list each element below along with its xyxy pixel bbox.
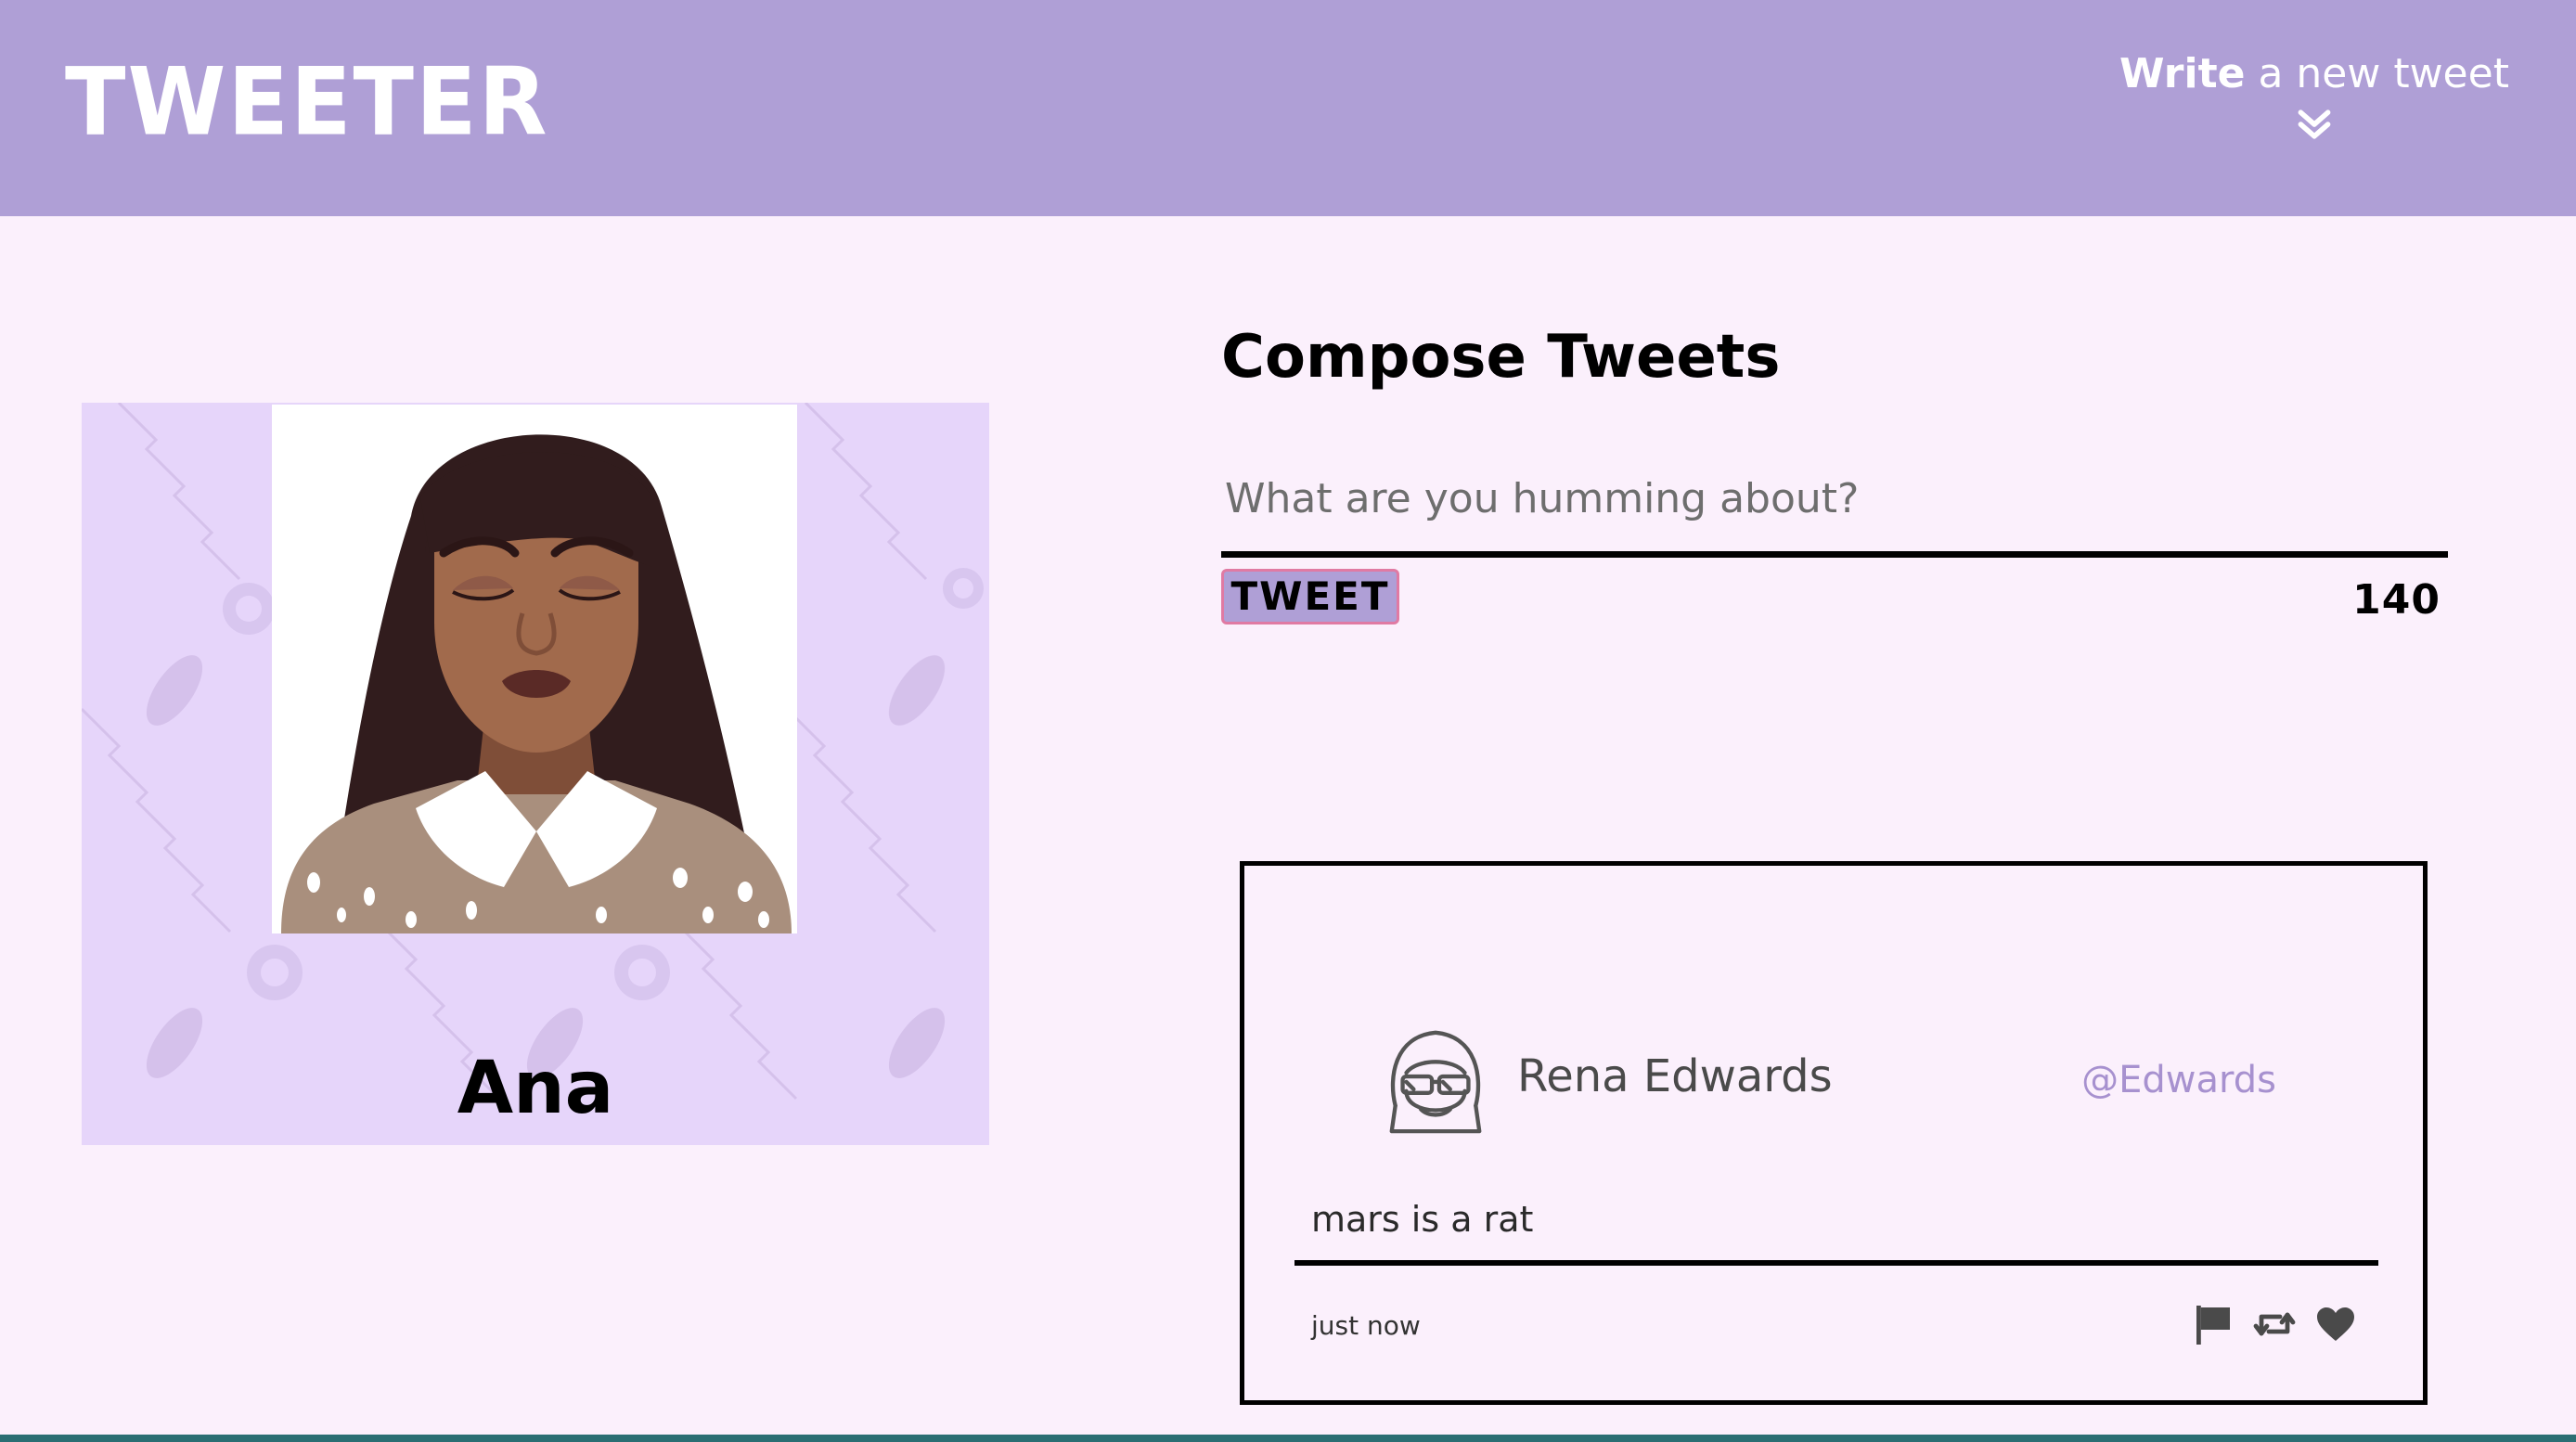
window-bottom-edge — [0, 1435, 2576, 1442]
tweet-author-handle[interactable]: @Edwards — [2081, 1062, 2276, 1099]
write-new-tweet-label[interactable]: Write a new tweet — [2119, 51, 2509, 97]
tweet-actions — [2191, 1302, 2358, 1346]
tweet-text-input[interactable] — [1221, 457, 2448, 541]
tweet-timestamp: just now — [1311, 1310, 1421, 1341]
tweet-body: mars is a rat — [1311, 1199, 1534, 1240]
character-counter: 140 — [2352, 576, 2441, 624]
heart-icon[interactable] — [2313, 1302, 2358, 1346]
woman-portrait-illustration — [272, 405, 797, 933]
top-nav: TWEETER Write a new tweet — [0, 0, 2576, 216]
retweet-icon[interactable] — [2252, 1302, 2297, 1346]
write-new-tweet-toggle[interactable]: Write a new tweet — [2119, 51, 2509, 145]
compose-divider — [1221, 551, 2448, 559]
profile-avatar — [272, 405, 797, 933]
tweet-divider — [1294, 1260, 2378, 1266]
compose-title: Compose Tweets — [1221, 323, 1781, 392]
flag-icon[interactable] — [2191, 1302, 2235, 1346]
compose-actions: TWEET 140 — [1221, 569, 2448, 643]
profile-card: Ana — [82, 403, 989, 1145]
brand-logo[interactable]: TWEETER — [65, 56, 549, 149]
double-chevron-down-icon[interactable] — [2294, 104, 2335, 145]
tweet-card: Rena Edwards @Edwards mars is a rat just… — [1240, 861, 2428, 1405]
user-avatar-icon — [1389, 1030, 1482, 1134]
tweet-submit-button[interactable]: TWEET — [1221, 569, 1399, 625]
compose-section: Compose Tweets TWEET 140 — [1221, 325, 2448, 643]
tweet-author-name[interactable]: Rena Edwards — [1517, 1054, 1833, 1099]
profile-name: Ana — [457, 1047, 614, 1130]
